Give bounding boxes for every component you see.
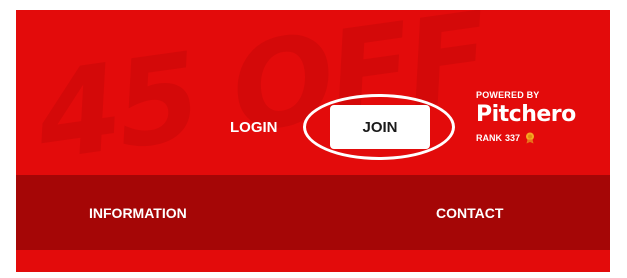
rank-value: 337 — [505, 133, 521, 143]
pitchero-wordmark: Pitchero — [476, 102, 576, 127]
join-button[interactable]: JOIN — [330, 105, 430, 149]
rank-label: RANK — [476, 133, 502, 143]
club-header: 45 OFF LOGIN JOIN POWERED BY Pitchero RA… — [16, 10, 610, 272]
powered-by-label: POWERED BY — [476, 90, 540, 100]
main-nav: INFORMATION CONTACT — [16, 175, 610, 250]
nav-item-information[interactable]: INFORMATION — [89, 175, 187, 250]
rank-row: RANK 337 — [476, 132, 596, 144]
pitchero-logo: Pitchero — [476, 102, 596, 128]
top-bar: LOGIN JOIN POWERED BY Pitchero RANK 337 — [16, 10, 610, 175]
pitchero-badge[interactable]: POWERED BY Pitchero RANK 337 — [476, 90, 596, 170]
medal-icon — [526, 132, 535, 144]
login-link[interactable]: LOGIN — [230, 119, 278, 136]
nav-item-contact[interactable]: CONTACT — [436, 175, 503, 250]
